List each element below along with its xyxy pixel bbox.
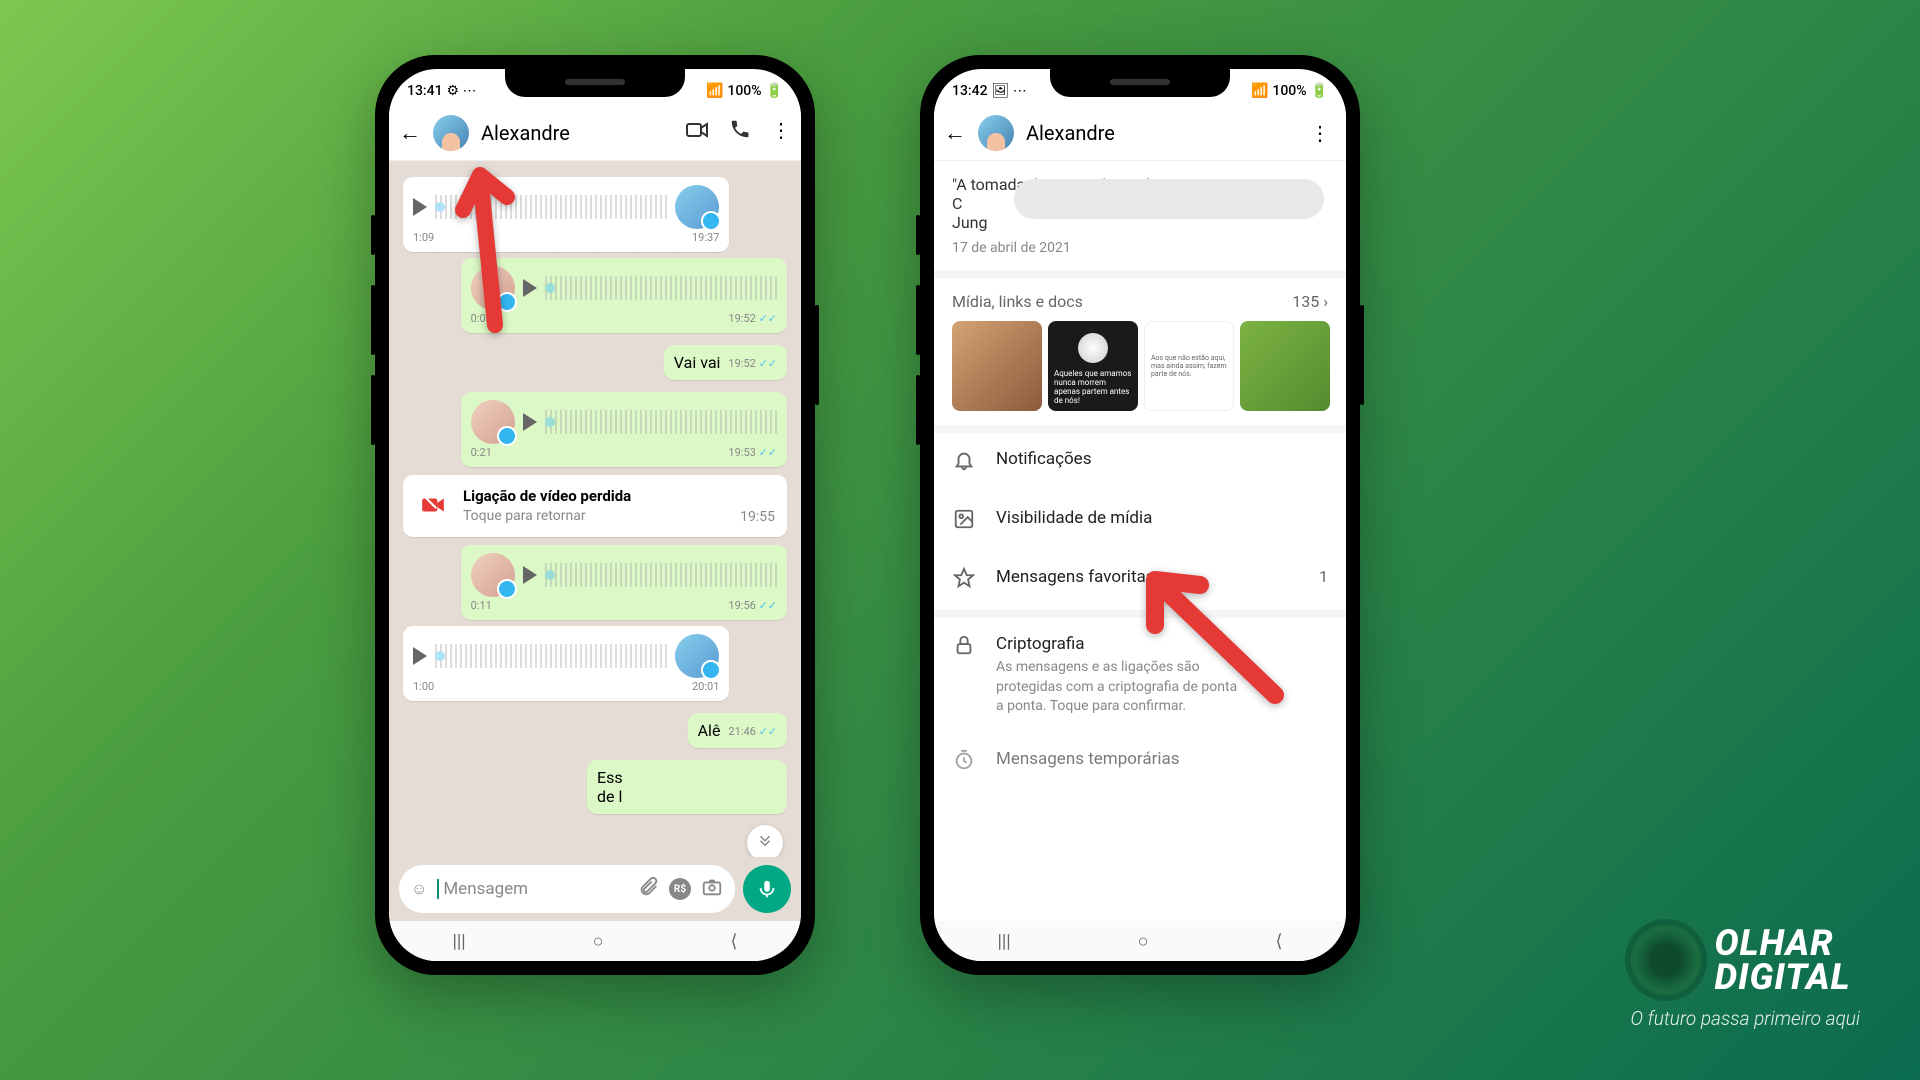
play-icon[interactable] (413, 198, 427, 216)
media-thumbnail[interactable] (952, 321, 1042, 411)
android-nav-bar: ||| ○ ⟨ (934, 921, 1346, 961)
brand-watermark: OLHAR DIGITAL O futuro passa primeiro aq… (1631, 925, 1860, 1030)
media-thumbnail[interactable] (1240, 321, 1330, 411)
home-nav-icon[interactable]: ○ (1138, 931, 1149, 952)
payment-icon[interactable]: R$ (669, 878, 691, 900)
brand-logo-icon (1631, 925, 1701, 995)
media-visibility-setting[interactable]: Visibilidade de mídia (934, 492, 1346, 551)
redacted-area (1014, 179, 1324, 219)
read-receipt-icon: ✓✓ (759, 446, 777, 459)
scroll-to-bottom-button[interactable] (747, 825, 783, 861)
read-receipt-icon: ✓✓ (759, 725, 777, 738)
camera-icon[interactable] (701, 876, 723, 902)
chat-header[interactable]: ← Alexandre ⋮ (389, 105, 801, 161)
waveform[interactable] (545, 563, 777, 587)
missed-video-call[interactable]: Ligação de vídeo perdida Toque para reto… (403, 475, 787, 537)
back-nav-icon[interactable]: ⟨ (1275, 931, 1282, 952)
contact-avatar[interactable] (433, 115, 469, 151)
read-receipt-icon: ✓✓ (759, 357, 777, 370)
media-thumbnails[interactable]: Aqueles que amamos nunca morrem apenas p… (952, 321, 1328, 411)
media-thumbnail[interactable]: Aqueles que amamos nunca morrem apenas p… (1048, 321, 1138, 411)
sender-avatar (675, 634, 719, 678)
media-count: 135 (1292, 292, 1319, 311)
recents-nav-icon[interactable]: ||| (997, 931, 1010, 952)
image-icon (952, 508, 976, 535)
play-icon[interactable] (413, 647, 427, 665)
disappearing-messages-setting[interactable]: Mensagens temporárias (934, 733, 1346, 792)
annotation-arrow (1130, 560, 1290, 710)
voice-record-button[interactable] (743, 865, 791, 913)
phone-mockup-chat: 13:41 ⚙ ⋯ 📶 100%🔋 ← Alexandre ⋮ (375, 55, 815, 975)
sender-avatar (471, 553, 515, 597)
star-icon (952, 567, 976, 594)
voice-message-out[interactable]: 0:1119:56 ✓✓ (461, 545, 787, 620)
more-options-icon[interactable]: ⋮ (771, 118, 791, 147)
text-message-out[interactable]: Alê 21:46 ✓✓ (688, 713, 787, 748)
text-message-out[interactable]: Vai vai 19:52 ✓✓ (664, 345, 787, 380)
recents-nav-icon[interactable]: ||| (452, 931, 465, 952)
waveform[interactable] (545, 410, 777, 434)
lock-icon (952, 634, 976, 661)
more-options-icon[interactable]: ⋮ (1304, 121, 1336, 145)
sender-avatar (675, 185, 719, 229)
waveform[interactable] (545, 276, 777, 300)
status-time: 13:41 (407, 83, 443, 99)
chevron-right-icon: › (1323, 292, 1328, 311)
missed-video-icon (415, 487, 451, 523)
read-receipt-icon: ✓✓ (759, 312, 777, 325)
back-arrow-icon[interactable]: ← (944, 120, 966, 146)
back-nav-icon[interactable]: ⟨ (730, 931, 737, 952)
video-call-icon[interactable] (685, 118, 709, 147)
emoji-icon[interactable]: ☺ (411, 879, 427, 899)
message-input-bar: ☺ Mensagem R$ (389, 857, 801, 921)
read-receipt-icon: ✓✓ (759, 599, 777, 612)
contact-name: Alexandre (1026, 121, 1292, 145)
play-icon[interactable] (523, 566, 537, 584)
home-nav-icon[interactable]: ○ (593, 931, 604, 952)
annotation-arrow (445, 155, 545, 335)
android-nav-bar: ||| ○ ⟨ (389, 921, 801, 961)
voice-message-in[interactable]: 1:0020:01 (403, 626, 729, 701)
waveform[interactable] (435, 644, 667, 668)
message-input[interactable]: ☺ Mensagem R$ (399, 865, 735, 913)
play-icon[interactable] (523, 413, 537, 431)
attach-icon[interactable] (637, 876, 659, 902)
status-date: 17 de abril de 2021 (934, 240, 1346, 270)
status-battery: 100% (727, 83, 761, 99)
sender-avatar (471, 400, 515, 444)
contact-status-quote: "A tomada da Consciência é um C Jung (934, 161, 1346, 240)
status-bar: 13:42 🖼 ⋯ 📶 100%🔋 (934, 69, 1346, 105)
phone-mockup-contact-info: 13:42 🖼 ⋯ 📶 100%🔋 ← Alexandre ⋮ "A tomad… (920, 55, 1360, 975)
bell-icon (952, 449, 976, 476)
text-message-out[interactable]: Ess de l (587, 760, 787, 814)
back-arrow-icon[interactable]: ← (399, 120, 421, 146)
notifications-setting[interactable]: Notificações (934, 433, 1346, 492)
media-links-docs-section[interactable]: Mídia, links e docs 135 › Aqueles que am… (934, 270, 1346, 425)
brand-slogan: O futuro passa primeiro aqui (1631, 1007, 1860, 1030)
timer-icon (952, 749, 976, 776)
status-time: 13:42 (952, 83, 988, 99)
voice-message-out[interactable]: 0:2119:53 ✓✓ (461, 392, 787, 467)
media-section-label: Mídia, links e docs (952, 292, 1083, 311)
contact-name[interactable]: Alexandre (481, 121, 673, 145)
contact-avatar[interactable] (978, 115, 1014, 151)
media-thumbnail[interactable]: Aos que não estão aqui, mas ainda assim,… (1144, 321, 1234, 411)
phone-call-icon[interactable] (729, 118, 751, 147)
contact-info-header: ← Alexandre ⋮ (934, 105, 1346, 161)
status-battery: 100% (1272, 83, 1306, 99)
status-bar: 13:41 ⚙ ⋯ 📶 100%🔋 (389, 69, 801, 105)
